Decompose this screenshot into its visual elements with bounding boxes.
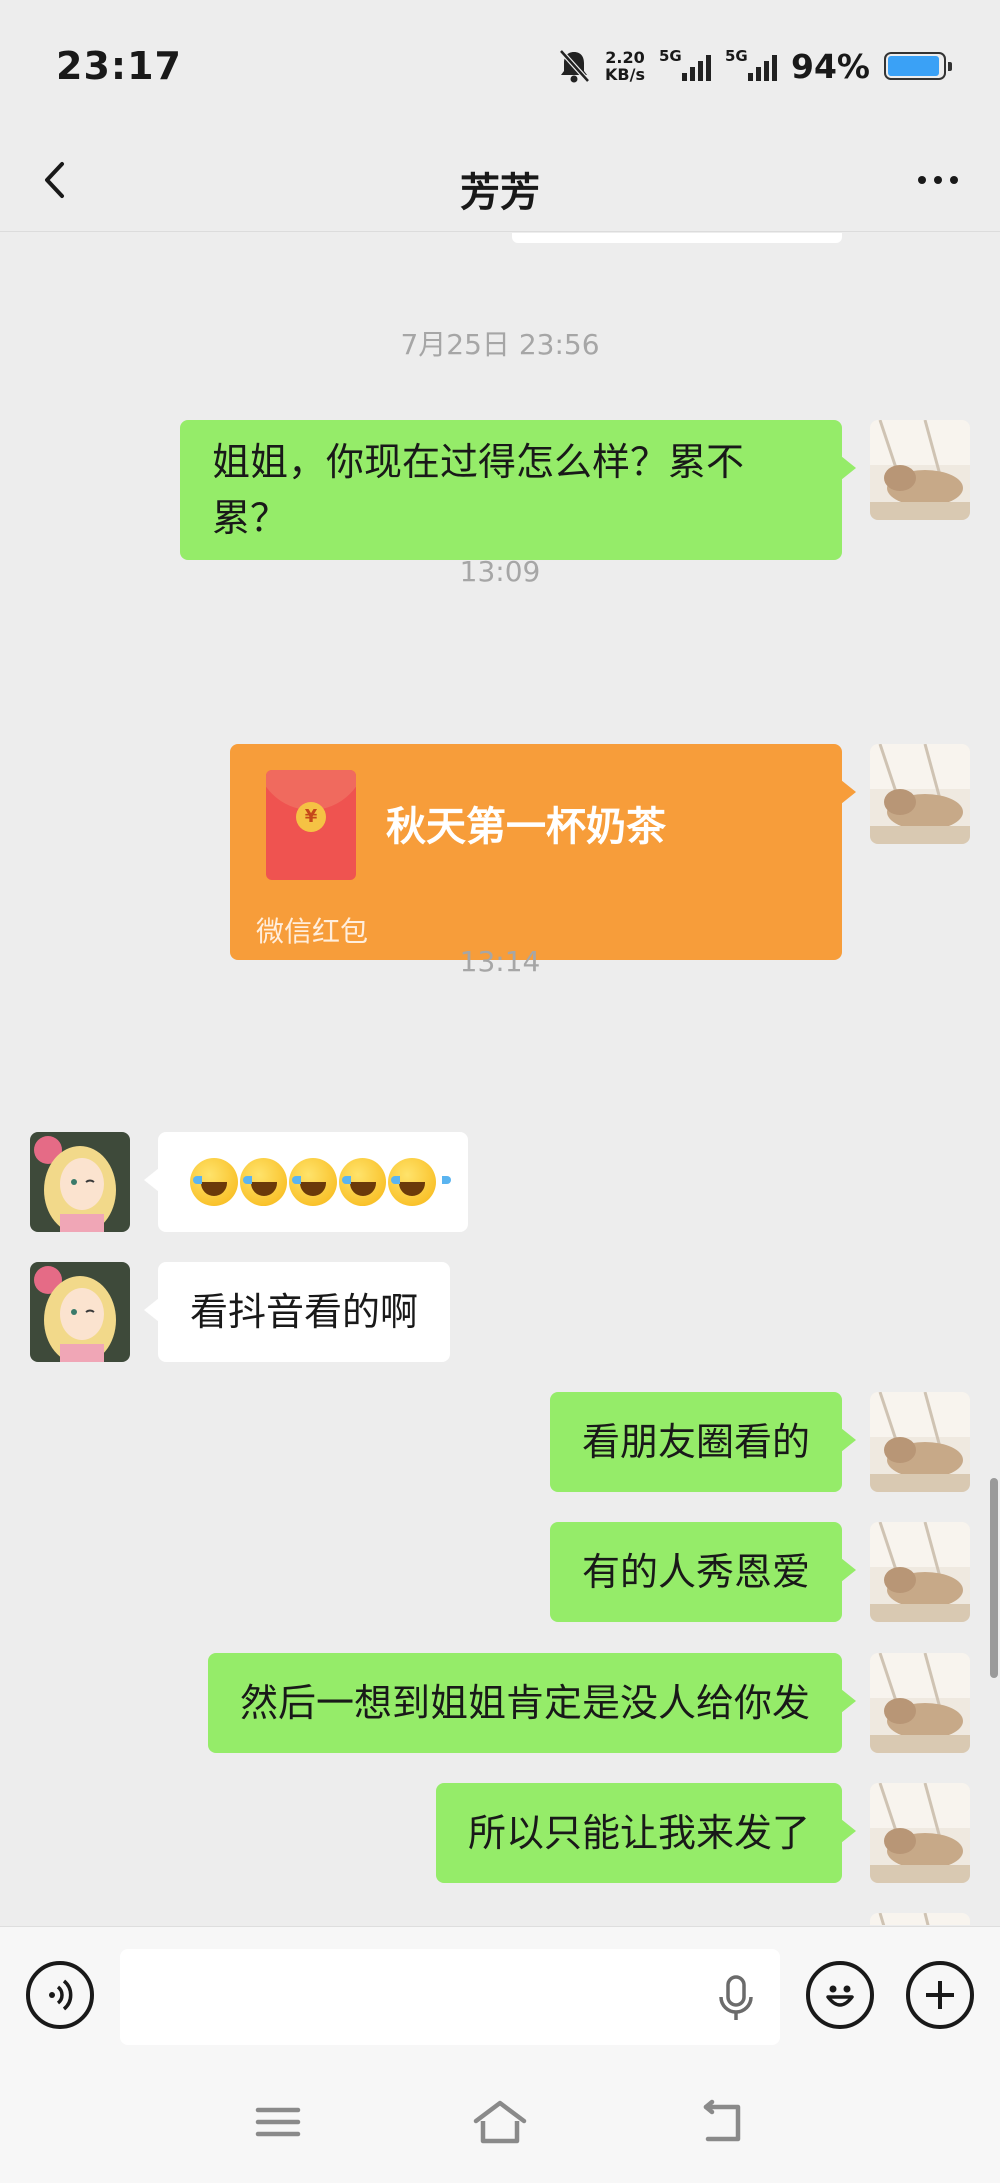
message-text: 看朋友圈看的 (581, 1420, 810, 1464)
red-packet-label: 微信红包 (256, 915, 369, 948)
laughing-tears-emoji-icon (289, 1158, 352, 1206)
my-avatar[interactable] (870, 1653, 970, 1753)
system-nav-bar (0, 2068, 1000, 2183)
battery-icon (884, 52, 952, 80)
previous-message-bubble[interactable] (512, 233, 842, 243)
voice-icon (49, 1979, 73, 2011)
battery-fill (888, 56, 939, 76)
mic-button[interactable] (712, 1973, 760, 2023)
girl-avatar-image (30, 1262, 130, 1362)
mic-icon (719, 1975, 753, 2020)
status-bar: 23:17 2.20 KB/s 5G 5G 94% (0, 0, 1000, 132)
message-text: 有的人秀恩爱 (581, 1550, 810, 1594)
chat-title: 芳芳 (460, 170, 540, 216)
message-list[interactable]: 7月25日 23:56 姐姐，你现在过得怎么样？累不累？ 13:09 ¥ 秋天第… (0, 233, 1000, 1925)
chat-header: 芳芳 (0, 132, 1000, 232)
status-icons: 2.20 KB/s 5G 5G 94% (557, 46, 952, 86)
red-envelope-icon: ¥ (266, 770, 356, 880)
laughing-tears-emoji-icon (388, 1158, 451, 1206)
recent-apps-button[interactable] (243, 2092, 313, 2152)
my-avatar[interactable] (870, 420, 970, 520)
laughing-tears-emoji-icon (190, 1158, 253, 1206)
bell-muted-icon (559, 49, 590, 83)
signal-icon: 5G (725, 47, 777, 85)
emoji-icon (826, 1985, 854, 2007)
back-icon (703, 2099, 741, 2142)
laughing-tears-emoji-icon (338, 1158, 402, 1206)
cat-avatar-image (870, 1392, 970, 1492)
cat-avatar-image (870, 1522, 970, 1622)
cat-avatar-image (870, 1783, 970, 1883)
timestamp: 13:09 (459, 555, 541, 588)
scrollbar[interactable] (990, 1478, 998, 1678)
my-avatar[interactable] (870, 1392, 970, 1492)
more-dots-icon (918, 176, 926, 184)
cat-avatar-image (870, 1913, 970, 1925)
message-bubble-theirs[interactable]: 看抖音看的啊 (143, 1262, 451, 1362)
plus-icon (926, 1981, 954, 2009)
my-avatar[interactable] (870, 1913, 970, 1925)
coin-icon: ¥ (296, 802, 326, 832)
net-speed-value: 2.20 (605, 48, 645, 67)
more-dot (934, 176, 942, 184)
sim1-tag: 5G (659, 47, 682, 65)
more-dot (950, 176, 958, 184)
emoji-button[interactable] (806, 1961, 874, 2029)
timestamp: 13:14 (459, 945, 541, 978)
contact-avatar[interactable] (30, 1262, 130, 1362)
sim2-tag: 5G (725, 47, 748, 65)
message-input[interactable] (120, 1949, 780, 2045)
voice-button[interactable] (26, 1961, 94, 2029)
system-back-button[interactable] (687, 2092, 757, 2152)
more-button[interactable] (908, 150, 968, 210)
red-packet-title: 秋天第一杯奶茶 (386, 804, 666, 850)
input-bar (0, 1926, 1000, 2068)
net-speed-unit: KB/s (605, 65, 645, 84)
message-text: 所以只能让我来发了 (467, 1811, 810, 1855)
message-bubble-theirs[interactable] (144, 1132, 468, 1232)
signal-icon: 5G (659, 47, 711, 85)
home-button[interactable] (465, 2092, 535, 2152)
status-time: 23:17 (56, 44, 182, 88)
home-icon (473, 2100, 527, 2144)
message-bubble-mine[interactable]: 所以只能让我来发了 (435, 1783, 857, 1883)
my-avatar[interactable] (870, 1783, 970, 1883)
cat-avatar-image (870, 1653, 970, 1753)
laughing-tears-emoji-icon (239, 1158, 303, 1206)
message-text: 看抖音看的啊 (190, 1290, 419, 1334)
contact-avatar[interactable] (30, 1132, 130, 1232)
girl-avatar-image (30, 1132, 130, 1232)
timestamp: 7月25日 23:56 (400, 328, 600, 361)
message-bubble-mine[interactable]: 有的人秀恩爱 (549, 1522, 857, 1622)
red-packet-card[interactable]: ¥ 秋天第一杯奶茶 微信红包 (230, 744, 856, 960)
cat-avatar-image (870, 420, 970, 520)
cat-avatar-image (870, 744, 970, 844)
more-functions-button[interactable] (906, 1961, 974, 2029)
my-avatar[interactable] (870, 1522, 970, 1622)
emoji-row (190, 1154, 451, 1210)
message-bubble-mine[interactable]: 看朋友圈看的 (549, 1392, 857, 1492)
battery-percent: 94% (791, 46, 870, 86)
my-avatar[interactable] (870, 744, 970, 844)
message-bubble-mine[interactable]: 然后一想到姐姐肯定是没人给你发 (207, 1653, 857, 1753)
message-bubble-mine[interactable]: 姐姐，你现在过得怎么样？累不累？ (180, 420, 856, 560)
message-text: 然后一想到姐姐肯定是没人给你发 (239, 1681, 810, 1725)
message-text: 姐姐，你现在过得怎么样？累不累？ (212, 440, 745, 540)
net-speed: 2.20 KB/s (605, 49, 645, 83)
menu-icon (255, 2107, 301, 2137)
